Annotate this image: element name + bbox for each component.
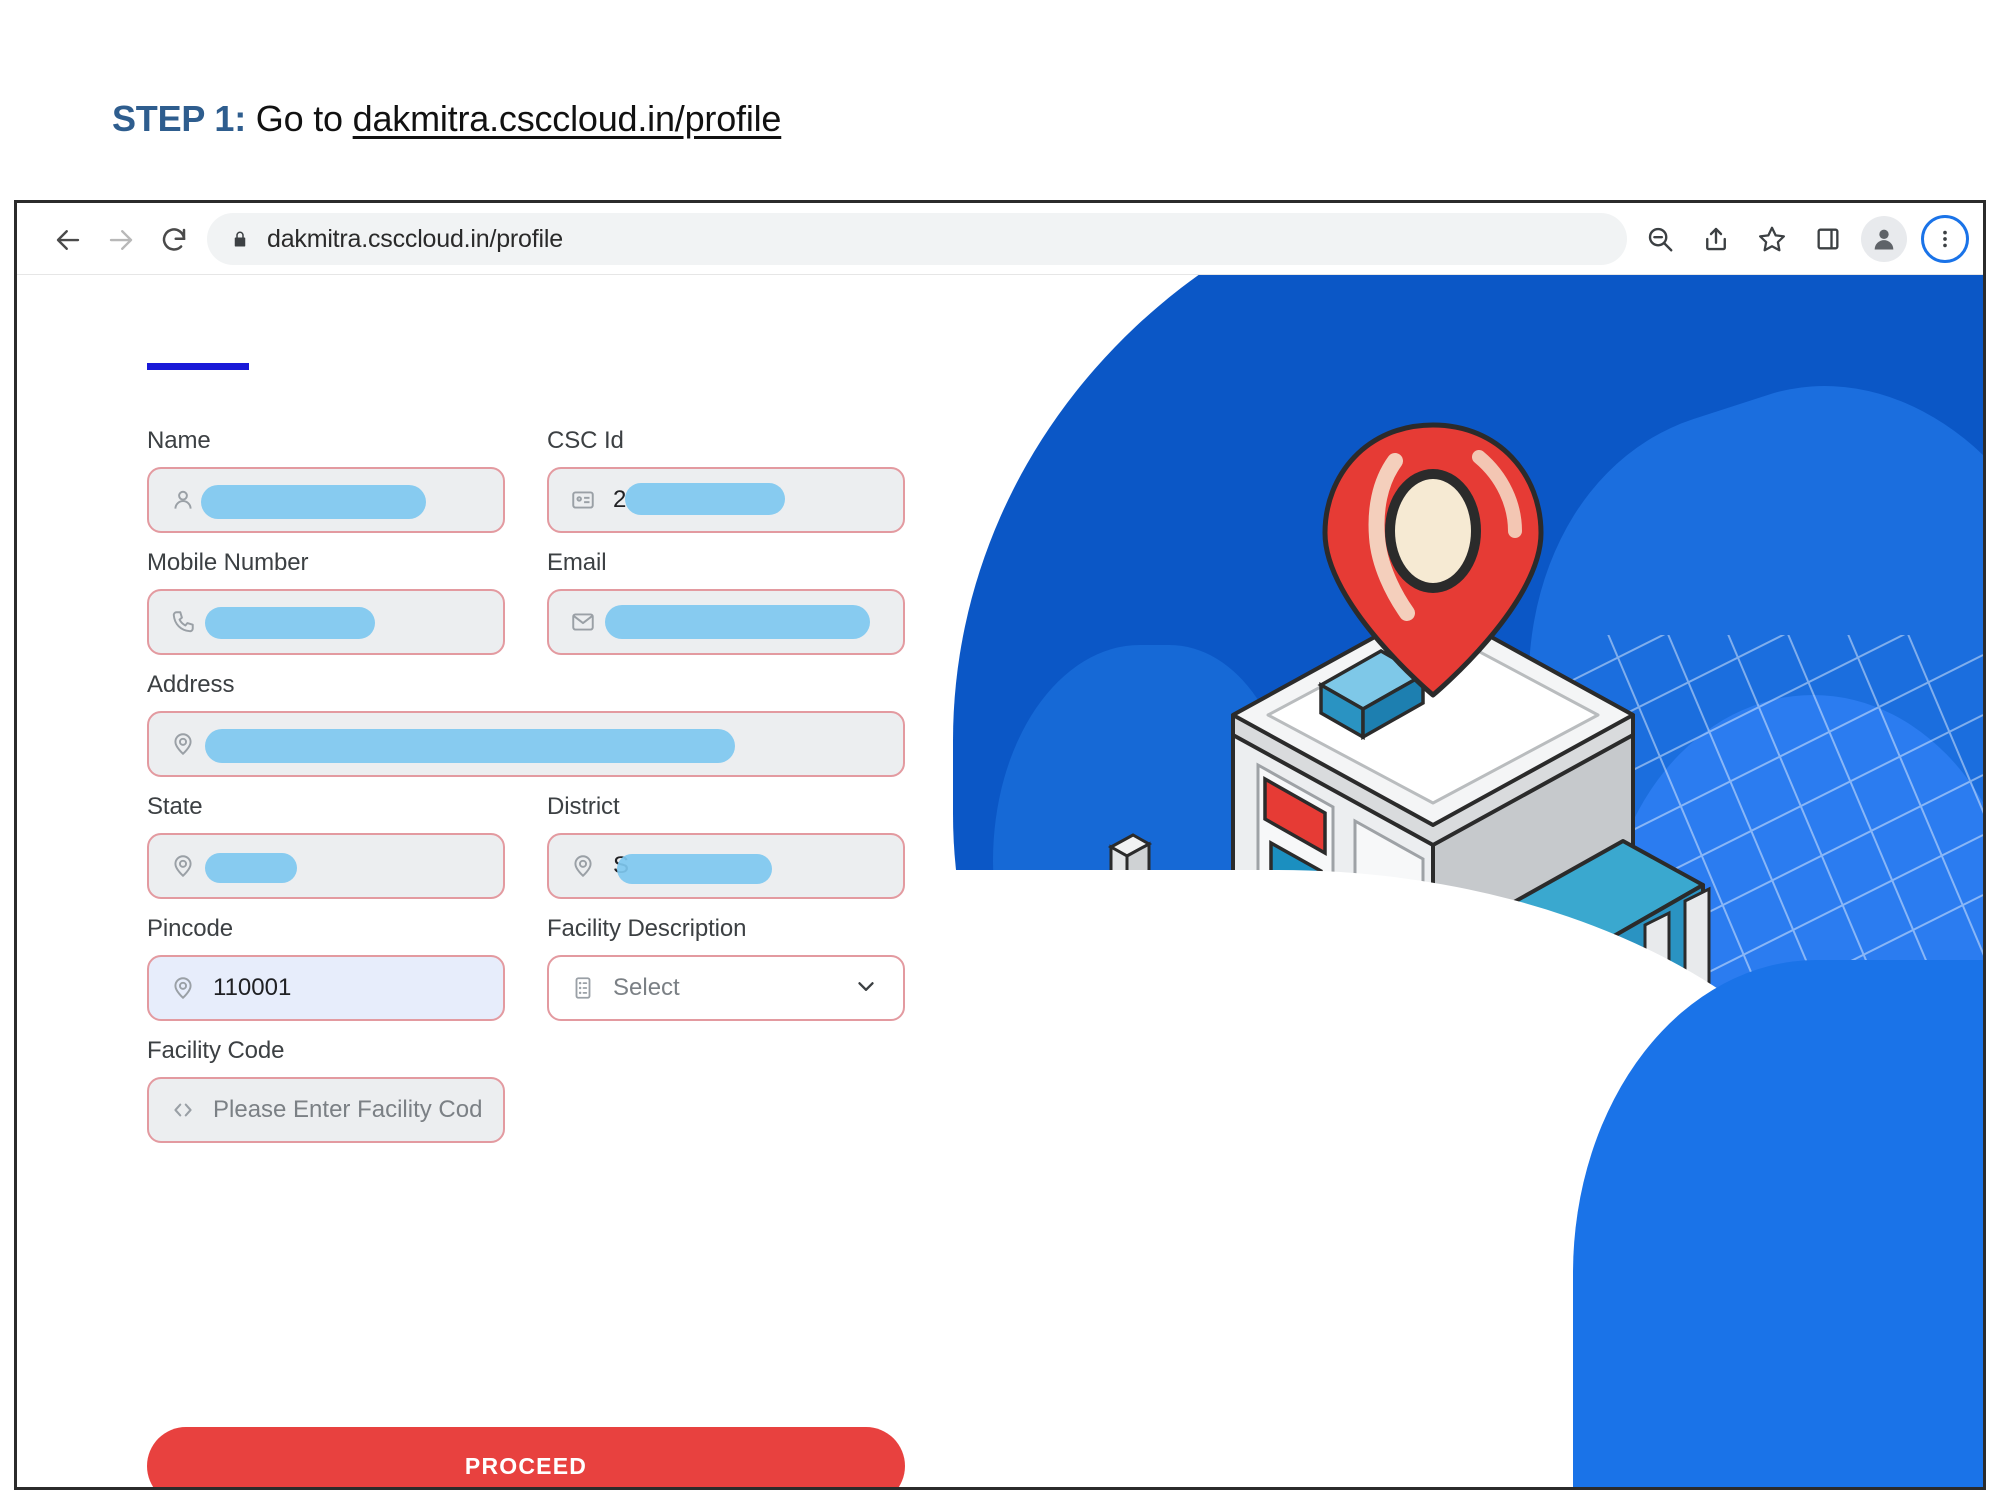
envelope-icon (569, 608, 597, 636)
redaction-mark (605, 605, 870, 639)
field-mobile: Mobile Number (147, 549, 505, 655)
field-label-csc-id: CSC Id (547, 427, 624, 454)
facility-description-value: Select (613, 974, 680, 1001)
redaction-mark (205, 853, 297, 883)
facility-code-placeholder: Please Enter Facility Code (213, 1096, 483, 1123)
list-icon (569, 974, 597, 1002)
csc-id-value: 2 (613, 486, 627, 513)
email-input[interactable] (547, 589, 905, 655)
location-pin-icon (169, 852, 197, 880)
lock-icon (234, 231, 246, 247)
pincode-value: 110001 (213, 974, 292, 1001)
field-label-address: Address (147, 671, 235, 698)
id-card-icon (569, 486, 597, 514)
illustration-panel (873, 275, 1983, 1487)
form-row-contact: Mobile Number Email (147, 549, 907, 655)
back-arrow-icon[interactable] (49, 221, 87, 259)
field-label-pincode: Pincode (147, 915, 234, 942)
field-pincode: Pincode 110001 (147, 915, 505, 1021)
zoom-out-icon[interactable] (1637, 216, 1683, 262)
page-viewport: Name CSC Id 2 Mobile Number Email Addres… (17, 275, 1983, 1487)
redaction-mark (205, 607, 375, 639)
redaction-mark (201, 485, 426, 519)
location-pin-icon (569, 852, 597, 880)
field-label-district: District (547, 793, 620, 820)
field-address: Address (147, 671, 905, 777)
redaction-mark (617, 854, 772, 884)
code-icon (169, 1096, 197, 1124)
field-facility-description: Facility Description Select (547, 915, 905, 1021)
pincode-input[interactable]: 110001 (147, 955, 505, 1021)
field-label-mobile: Mobile Number (147, 549, 309, 576)
profile-form: Name CSC Id 2 Mobile Number Email Addres… (17, 275, 917, 1487)
page-title: STEP 1: Go to dakmitra.csccloud.in/profi… (112, 98, 781, 140)
field-label-name: Name (147, 427, 211, 454)
field-facility-code: Facility Code Please Enter Facility Code (147, 1037, 505, 1143)
forward-arrow-icon[interactable] (102, 221, 140, 259)
instruction-url: dakmitra.csccloud.in/profile (352, 98, 782, 139)
name-input[interactable] (147, 467, 505, 533)
avatar[interactable] (1861, 216, 1907, 262)
chevron-down-icon[interactable] (853, 973, 879, 1004)
mobile-input[interactable] (147, 589, 505, 655)
csc-id-input[interactable]: 2 (547, 467, 905, 533)
side-panel-icon[interactable] (1805, 216, 1851, 262)
form-row-pincode: Pincode 110001 Facility Description Sele… (147, 915, 907, 1021)
form-row-identity: Name CSC Id 2 (147, 427, 907, 533)
toolbar-right-actions (1637, 215, 1969, 263)
url-text: dakmitra.csccloud.in/profile (267, 224, 563, 253)
field-csc-id: CSC Id 2 (547, 427, 905, 533)
browser-window: dakmitra.csccloud.in/profile Name CSC Id… (14, 200, 1986, 1490)
form-row-facility-code: Facility Code Please Enter Facility Code (147, 1037, 907, 1143)
share-icon[interactable] (1693, 216, 1739, 262)
browser-toolbar: dakmitra.csccloud.in/profile (17, 203, 1983, 275)
step-label: STEP 1: (112, 98, 246, 139)
star-icon[interactable] (1749, 216, 1795, 262)
district-value: S (613, 852, 630, 879)
field-district: District S (547, 793, 905, 899)
field-state: State (147, 793, 505, 899)
location-pin-icon (169, 974, 197, 1002)
form-row-region: State District S (147, 793, 907, 899)
person-icon (169, 486, 197, 514)
facility-description-select[interactable]: Select (547, 955, 905, 1021)
proceed-button[interactable]: PROCEED (147, 1427, 905, 1487)
state-input[interactable] (147, 833, 505, 899)
district-input[interactable]: S (547, 833, 905, 899)
field-label-facility-code: Facility Code (147, 1037, 285, 1064)
three-dot-menu-icon[interactable] (1921, 215, 1969, 263)
location-pin-icon (169, 730, 197, 758)
reload-icon[interactable] (155, 221, 193, 259)
field-name: Name (147, 427, 505, 533)
field-label-email: Email (547, 549, 607, 576)
active-tab-indicator (147, 363, 249, 370)
field-label-state: State (147, 793, 203, 820)
field-email: Email (547, 549, 905, 655)
address-input[interactable] (147, 711, 905, 777)
redaction-mark (205, 729, 735, 763)
phone-icon (169, 608, 197, 636)
redaction-mark (625, 483, 785, 515)
instruction-text: Go to (246, 98, 353, 139)
field-label-facility-description: Facility Description (547, 915, 747, 942)
facility-code-input[interactable]: Please Enter Facility Code (147, 1077, 505, 1143)
address-bar[interactable]: dakmitra.csccloud.in/profile (207, 213, 1627, 265)
form-row-address: Address (147, 671, 907, 777)
